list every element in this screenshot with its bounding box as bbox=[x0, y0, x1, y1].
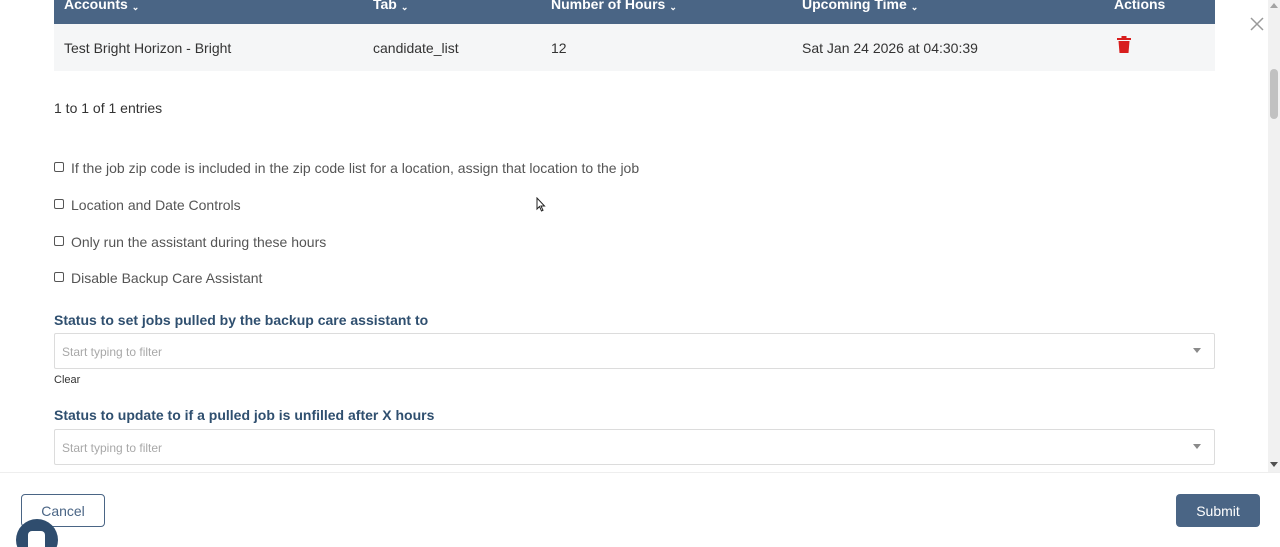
modal-footer: Cancel Submit bbox=[0, 472, 1280, 547]
clear-link[interactable]: Clear bbox=[54, 374, 80, 386]
close-icon[interactable] bbox=[1249, 16, 1265, 32]
sort-icon: ⌃ ⌄ bbox=[400, 0, 409, 12]
scroll-up-arrow-icon[interactable] bbox=[1270, 3, 1278, 8]
column-header-tab[interactable]: Tab ⌃ ⌄ bbox=[373, 0, 408, 12]
status-unfilled-placeholder: Start typing to filter bbox=[62, 441, 163, 455]
chat-icon bbox=[28, 531, 45, 547]
sort-icon: ⌃ ⌄ bbox=[669, 0, 677, 12]
table-row: Test Bright Horizon - Bright candidate_l… bbox=[54, 24, 1215, 71]
scroll-thumb[interactable] bbox=[1270, 69, 1278, 119]
checkbox[interactable] bbox=[54, 198, 64, 209]
checkbox[interactable] bbox=[54, 271, 64, 282]
cell-upcoming-time: Sat Jan 24 2026 at 04:30:39 bbox=[802, 40, 978, 56]
option-location-date-controls[interactable]: Location and Date Controls bbox=[54, 197, 241, 213]
entries-count: 1 to 1 of 1 entries bbox=[54, 100, 163, 116]
status-pulled-title: Status to set jobs pulled by the backup … bbox=[54, 312, 429, 328]
column-header-hours[interactable]: Number of Hours ⌃ ⌄ bbox=[551, 0, 677, 12]
modal-body: Accounts ⌃ ⌄ Tab ⌃ ⌄ Number of Hours ⌃ ⌄ Up… bbox=[0, 0, 1268, 472]
option-disable-assistant[interactable]: Disable Backup Care Assistant bbox=[54, 270, 262, 286]
table-header: Accounts ⌃ ⌄ Tab ⌃ ⌄ Number of Hours ⌃ ⌄ Up… bbox=[54, 0, 1215, 24]
column-header-upcoming-time[interactable]: Upcoming Time ⌃ ⌄ bbox=[802, 0, 918, 12]
trash-icon[interactable] bbox=[1117, 36, 1131, 53]
chevron-down-icon[interactable] bbox=[1193, 444, 1201, 449]
checkbox[interactable] bbox=[54, 235, 64, 246]
sort-icon: ⌃ ⌄ bbox=[910, 0, 919, 12]
status-pulled-placeholder: Start typing to filter bbox=[62, 345, 163, 359]
cell-tab: candidate_list bbox=[373, 40, 459, 56]
scrollbar[interactable] bbox=[1268, 0, 1280, 472]
option-run-during-hours[interactable]: Only run the assistant during these hour… bbox=[54, 234, 326, 250]
cell-account: Test Bright Horizon - Bright bbox=[64, 40, 232, 56]
option-zip-code-location[interactable]: If the job zip code is included in the z… bbox=[54, 160, 639, 176]
column-header-actions: Actions bbox=[1114, 0, 1166, 12]
status-unfilled-select[interactable]: Start typing to filter bbox=[54, 429, 1215, 465]
status-unfilled-title: Status to update to if a pulled job is u… bbox=[54, 407, 435, 423]
column-header-accounts[interactable]: Accounts ⌃ ⌄ bbox=[64, 0, 139, 12]
mouse-cursor-icon bbox=[536, 197, 546, 212]
checkbox[interactable] bbox=[54, 161, 64, 172]
submit-button[interactable]: Submit bbox=[1176, 494, 1260, 527]
cell-hours: 12 bbox=[551, 40, 567, 56]
chevron-down-icon[interactable] bbox=[1193, 348, 1201, 353]
sort-icon: ⌃ ⌄ bbox=[131, 0, 140, 12]
schedule-table: Accounts ⌃ ⌄ Tab ⌃ ⌄ Number of Hours ⌃ ⌄ Up… bbox=[54, 0, 1215, 71]
scroll-down-arrow-icon[interactable] bbox=[1270, 462, 1278, 467]
status-pulled-select[interactable]: Start typing to filter bbox=[54, 333, 1215, 369]
